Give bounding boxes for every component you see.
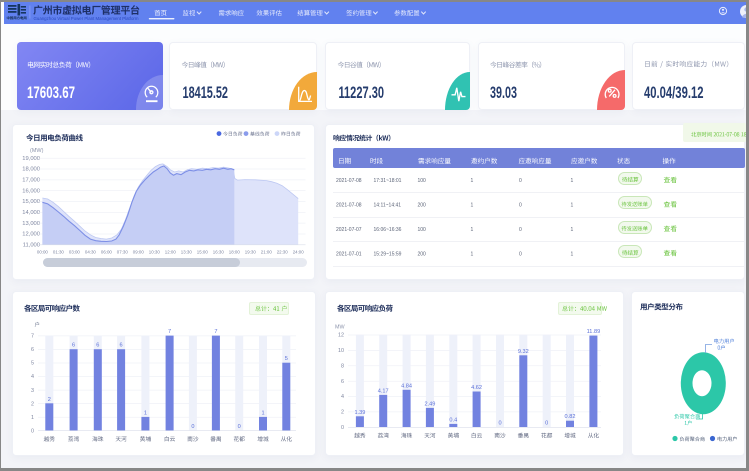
- svg-text:0: 0: [341, 425, 344, 431]
- svg-text:03:00: 03:00: [69, 250, 81, 255]
- svg-text:1: 1: [471, 178, 474, 184]
- svg-text:17:31~18:01: 17:31~18:01: [374, 178, 402, 184]
- svg-text:2021-07-08: 2021-07-08: [336, 178, 362, 184]
- svg-text:0: 0: [519, 251, 522, 257]
- svg-text:100: 100: [418, 178, 427, 184]
- svg-text:Guangzhou Virtual Power Plant: Guangzhou Virtual Power Plant Management…: [34, 16, 139, 21]
- svg-text:22:30: 22:30: [277, 250, 289, 255]
- svg-text:2021-07-07: 2021-07-07: [336, 227, 362, 233]
- svg-text:15:00: 15:00: [197, 250, 209, 255]
- svg-text:19:30: 19:30: [245, 250, 257, 255]
- svg-text:39.03: 39.03: [490, 84, 517, 102]
- svg-text:5: 5: [31, 361, 34, 367]
- svg-text:18,000: 18,000: [22, 167, 40, 173]
- svg-text:17,000: 17,000: [22, 178, 40, 184]
- svg-text:18415.52: 18415.52: [183, 84, 229, 102]
- svg-text:0.4: 0.4: [449, 417, 457, 423]
- svg-text:200: 200: [418, 203, 427, 209]
- svg-text:4.17: 4.17: [378, 388, 389, 394]
- svg-text:16:06~16:36: 16:06~16:36: [374, 227, 402, 233]
- svg-text:12,000: 12,000: [22, 232, 40, 238]
- svg-text:13,000: 13,000: [22, 221, 40, 227]
- svg-text:1: 1: [471, 251, 474, 257]
- svg-text:10:30: 10:30: [149, 250, 161, 255]
- svg-text:1: 1: [31, 415, 34, 421]
- svg-text:14,000: 14,000: [22, 210, 40, 216]
- svg-text:07:30: 07:30: [117, 250, 129, 255]
- svg-text:7: 7: [214, 329, 217, 335]
- svg-text:0: 0: [519, 178, 522, 184]
- svg-text:10: 10: [338, 348, 344, 354]
- svg-text:06:00: 06:00: [101, 250, 113, 255]
- svg-text:1: 1: [571, 178, 574, 184]
- svg-text:1: 1: [571, 203, 574, 209]
- svg-text:18:00: 18:00: [229, 250, 241, 255]
- svg-text:1: 1: [144, 410, 147, 416]
- svg-text:200: 200: [418, 251, 427, 257]
- svg-text:09:00: 09:00: [133, 250, 145, 255]
- svg-text:2021-07-01: 2021-07-01: [336, 251, 362, 257]
- svg-text:40.04/39.12: 40.04/39.12: [644, 84, 704, 102]
- svg-text:16:30: 16:30: [213, 250, 225, 255]
- svg-text:6: 6: [341, 379, 344, 385]
- svg-text:11,000: 11,000: [23, 243, 40, 249]
- svg-text:00:00: 00:00: [37, 250, 49, 255]
- svg-text:2.49: 2.49: [424, 401, 435, 407]
- svg-text:6: 6: [96, 343, 99, 349]
- svg-text:4: 4: [31, 374, 34, 380]
- svg-text:4.62: 4.62: [471, 385, 482, 391]
- svg-text:0: 0: [519, 203, 522, 209]
- svg-text:11227.30: 11227.30: [339, 84, 385, 102]
- svg-text:6: 6: [72, 343, 75, 349]
- svg-text:16,000: 16,000: [22, 188, 40, 194]
- svg-text:5: 5: [285, 356, 288, 362]
- svg-text:7: 7: [168, 329, 171, 335]
- svg-text:24:00: 24:00: [293, 250, 305, 255]
- svg-text:1: 1: [471, 227, 474, 233]
- svg-text:15:29~15:59: 15:29~15:59: [374, 251, 402, 257]
- svg-text:0: 0: [545, 421, 548, 427]
- svg-text:2: 2: [341, 410, 344, 416]
- svg-text:0: 0: [31, 428, 34, 434]
- svg-text:1.39: 1.39: [354, 410, 365, 416]
- svg-text:14:11~14:41: 14:11~14:41: [374, 203, 402, 209]
- svg-text:12:00: 12:00: [165, 250, 177, 255]
- svg-text:(MW): (MW): [30, 148, 44, 154]
- svg-text:19,000: 19,000: [22, 156, 40, 162]
- svg-text:MW: MW: [335, 325, 345, 331]
- svg-text:8: 8: [341, 364, 344, 370]
- svg-text:6: 6: [31, 347, 34, 353]
- svg-text:6: 6: [120, 343, 123, 349]
- svg-text:4.84: 4.84: [401, 383, 412, 389]
- svg-text:2: 2: [31, 401, 34, 407]
- svg-text:100: 100: [418, 227, 427, 233]
- svg-text:1: 1: [571, 251, 574, 257]
- svg-text:3: 3: [31, 388, 34, 394]
- svg-text:2: 2: [48, 397, 51, 403]
- svg-text:21:00: 21:00: [261, 250, 273, 255]
- svg-text:01:30: 01:30: [53, 250, 65, 255]
- svg-text:0.82: 0.82: [565, 414, 576, 420]
- svg-text:2021-07-08: 2021-07-08: [336, 203, 362, 209]
- svg-text:1: 1: [471, 203, 474, 209]
- svg-text:0: 0: [519, 227, 522, 233]
- svg-text:0: 0: [238, 424, 241, 430]
- svg-text:17603.67: 17603.67: [27, 84, 75, 102]
- svg-text:0: 0: [498, 421, 501, 427]
- svg-text:1: 1: [261, 410, 264, 416]
- svg-text:15,000: 15,000: [22, 199, 40, 205]
- svg-text:04:30: 04:30: [85, 250, 97, 255]
- svg-text:0: 0: [191, 424, 194, 430]
- svg-text:1: 1: [571, 227, 574, 233]
- svg-text:12: 12: [338, 333, 344, 339]
- svg-text:11.89: 11.89: [587, 329, 601, 335]
- svg-text:9.32: 9.32: [518, 349, 529, 355]
- svg-text:7: 7: [31, 334, 34, 340]
- svg-text:4: 4: [341, 394, 344, 400]
- svg-text:13:30: 13:30: [181, 250, 193, 255]
